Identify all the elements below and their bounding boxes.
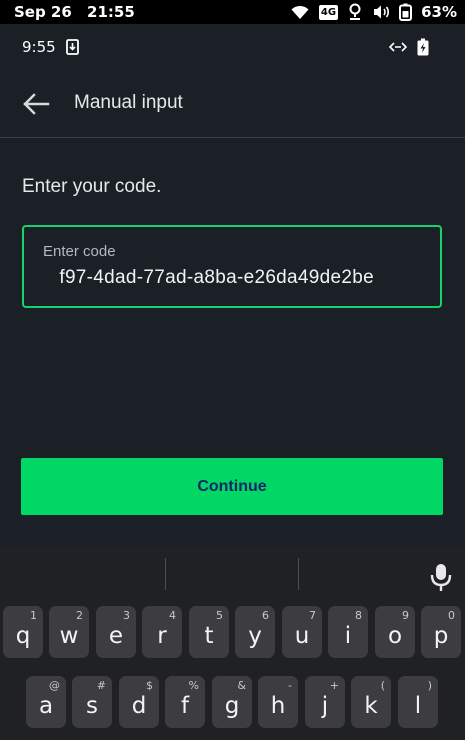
key-w-label: w (59, 623, 79, 649)
app-bar: Manual input (0, 70, 465, 138)
code-input-field[interactable]: Enter code f97-4dad-77ad-a8ba-e26da49de2… (22, 225, 442, 308)
key-h-label: h (270, 693, 286, 719)
key-q[interactable]: 1q (3, 606, 43, 658)
key-w[interactable]: 2w (49, 606, 89, 658)
key-l-label: l (414, 693, 422, 719)
key-i[interactable]: 8i (328, 606, 368, 658)
key-e[interactable]: 3e (96, 606, 136, 658)
outer-status-right: 4G 63% (290, 3, 457, 21)
key-j-alt: + (329, 679, 339, 692)
location-icon (349, 3, 361, 20)
key-t-alt: 5 (216, 609, 223, 622)
key-e-alt: 3 (123, 609, 130, 622)
download-icon (65, 39, 79, 55)
key-g-label: g (224, 693, 240, 719)
battery-icon (399, 3, 413, 21)
inner-status-time: 9:55 (22, 38, 56, 56)
network-4g-icon: 4G (318, 4, 339, 20)
key-f[interactable]: % f (165, 676, 205, 728)
key-k-alt: ( (380, 679, 385, 692)
key-u[interactable]: 7u (282, 606, 322, 658)
key-a[interactable]: @ a (26, 676, 66, 728)
page-title: Manual input (74, 92, 183, 113)
arrow-left-icon (23, 93, 50, 115)
key-h[interactable]: -h (258, 676, 298, 728)
key-d-label: d (131, 693, 147, 719)
key-h-alt: - (288, 679, 292, 692)
key-k[interactable]: (k (351, 676, 391, 728)
code-input-value[interactable]: f97-4dad-77ad-a8ba-e26da49de2be (59, 267, 374, 289)
suggestion-divider (298, 558, 299, 590)
battery-charging-icon (417, 38, 429, 56)
back-button[interactable] (18, 86, 54, 122)
key-p[interactable]: 0p (421, 606, 461, 658)
key-u-label: u (294, 623, 310, 649)
code-prompt: Enter your code. (22, 176, 162, 197)
key-w-alt: 2 (76, 609, 83, 622)
key-j[interactable]: + j (305, 676, 345, 728)
outer-status-bar: Sep 26 21:55 4G 63% (0, 0, 465, 24)
key-d[interactable]: $ d (119, 676, 159, 728)
battery-percent: 63% (421, 3, 457, 21)
continue-button[interactable]: Continue (21, 458, 443, 515)
key-t-label: t (204, 623, 214, 649)
inner-status-left: 9:55 (22, 38, 79, 56)
key-s-alt: # (96, 679, 106, 692)
wifi-icon (291, 5, 309, 19)
microphone-icon[interactable] (424, 560, 458, 594)
key-r[interactable]: 4r (142, 606, 182, 658)
key-o-alt: 9 (402, 609, 409, 622)
key-s-label: s (86, 693, 98, 719)
status-date: Sep 26 (14, 3, 72, 21)
key-a-label: a (38, 693, 54, 719)
volume-icon (374, 5, 390, 19)
key-f-alt: % (188, 679, 199, 692)
key-j-label: j (321, 693, 329, 719)
key-g-alt: & (237, 679, 246, 692)
key-q-alt: 1 (30, 609, 37, 622)
data-saver-icon (389, 42, 407, 52)
key-k-label: k (364, 693, 378, 719)
key-y-label: y (248, 623, 262, 649)
key-p-label: p (433, 623, 449, 649)
key-l[interactable]: ) l (398, 676, 438, 728)
key-o-label: o (387, 623, 403, 649)
key-y-alt: 6 (262, 609, 269, 622)
key-r-label: r (157, 623, 167, 649)
key-y[interactable]: 6y (235, 606, 275, 658)
key-s[interactable]: # s (72, 676, 112, 728)
keyboard: 1q 2w 3e 4r 5t 6y 7u 8i 9o 0p @ a # s $ d %… (0, 546, 465, 740)
key-o[interactable]: 9o (375, 606, 415, 658)
key-l-alt: ) (427, 679, 432, 692)
key-u-alt: 7 (309, 609, 316, 622)
key-t[interactable]: 5t (189, 606, 229, 658)
key-g[interactable]: & g (212, 676, 252, 728)
key-i-alt: 8 (355, 609, 362, 622)
key-f-label: f (180, 693, 190, 719)
code-input-label: Enter code (43, 243, 116, 260)
key-a-alt: @ (49, 679, 60, 692)
inner-status-bar: 9:55 (0, 24, 465, 70)
key-i-label: i (344, 623, 352, 649)
key-q-label: q (15, 623, 31, 649)
key-p-alt: 0 (448, 609, 455, 622)
outer-status-left: Sep 26 21:55 (14, 3, 135, 21)
inner-status-right (389, 38, 429, 56)
key-e-label: e (108, 623, 124, 649)
suggestion-divider (165, 558, 166, 590)
key-r-alt: 4 (169, 609, 176, 622)
key-d-alt: $ (146, 679, 153, 692)
status-time: 21:55 (87, 3, 135, 21)
